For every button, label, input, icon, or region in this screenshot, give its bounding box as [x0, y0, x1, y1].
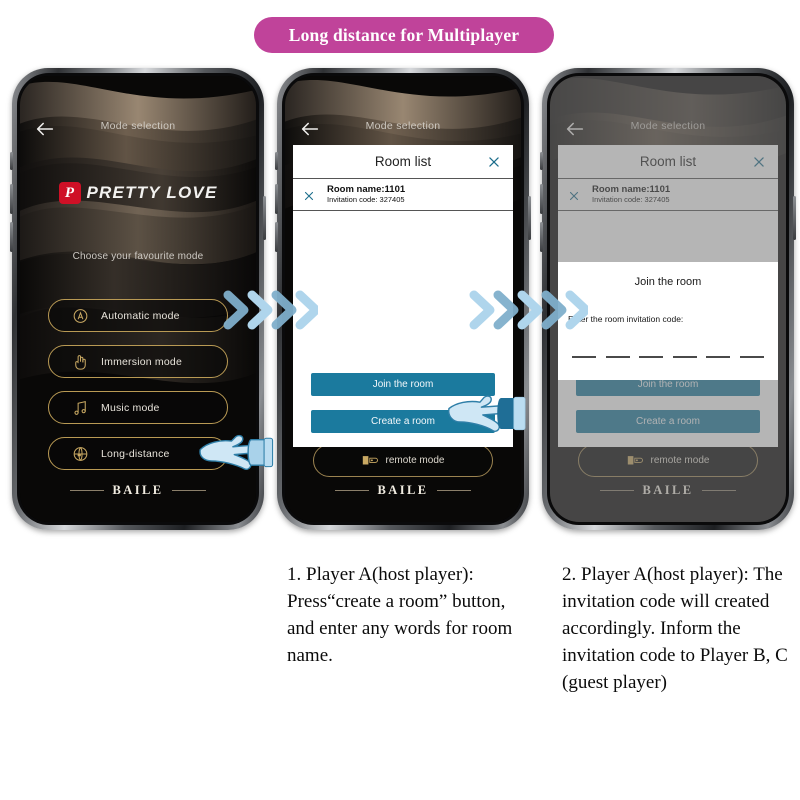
phone-power-button	[528, 196, 531, 240]
close-x-icon[interactable]	[303, 189, 315, 201]
phone-side-button	[275, 152, 278, 170]
footer-rule-right	[172, 490, 207, 491]
mode-label: Music mode	[101, 401, 160, 414]
brand-lockup: P PRETTY LOVE	[20, 182, 256, 204]
room-list-title: Room list	[374, 154, 432, 169]
caption-step-1: 1. Player A(host player): Press“create a…	[287, 564, 513, 666]
code-slot[interactable]	[739, 356, 764, 358]
footer-brand-word: BAILE	[112, 483, 164, 497]
phone-power-button	[793, 196, 796, 240]
remote-mode-label: remote mode	[385, 455, 445, 466]
mode-button-music[interactable]: Music mode	[48, 391, 228, 424]
invitation-code-input[interactable]	[572, 356, 764, 358]
phone-volume-down-button	[10, 222, 13, 252]
remote-mode-button[interactable]: remote mode	[313, 444, 493, 477]
room-item-texts: Room name:1101 Invitation code: 327405	[327, 183, 406, 205]
code-slot[interactable]	[639, 356, 664, 358]
globe-lock-icon	[71, 444, 90, 463]
flow-arrow-group-1	[222, 287, 318, 333]
chevron-right-icon	[469, 290, 588, 330]
pointing-hand-icon	[446, 386, 528, 441]
phone-side-button	[10, 152, 13, 170]
choose-mode-prompt: Choose your favourite mode	[72, 251, 204, 262]
mode-label: Long-distance	[101, 447, 170, 460]
phone-volume-up-button	[540, 184, 543, 214]
code-slot[interactable]	[605, 356, 630, 358]
code-slot[interactable]	[706, 356, 731, 358]
app-navbar: Mode selection	[285, 120, 521, 142]
page-title: Long distance for Multiplayer	[288, 24, 520, 45]
phone-volume-up-button	[10, 184, 13, 214]
phone-volume-down-button	[540, 222, 543, 252]
close-x-icon[interactable]	[487, 155, 501, 169]
brand-logo-mark: P	[58, 182, 81, 204]
mode-button-automatic[interactable]: Automatic mode	[48, 299, 228, 332]
automatic-mode-icon	[71, 306, 90, 325]
mode-button-immersion[interactable]: Immersion mode	[48, 345, 228, 378]
brand-name: PRETTY LOVE	[86, 183, 218, 202]
phone-volume-down-button	[275, 222, 278, 252]
footer-brand-word: BAILE	[377, 483, 429, 497]
join-room-title: Join the room	[634, 276, 702, 288]
infographic-page: Long distance for Multiplayer Mode selec…	[0, 0, 800, 800]
footer-brand: BAILE	[285, 483, 521, 498]
music-note-icon	[71, 398, 90, 417]
invitation-code-text: Invitation code: 327405	[327, 194, 405, 204]
phone-side-button	[540, 152, 543, 170]
code-slot[interactable]	[672, 356, 697, 358]
caption-step-2: 2. Player A(host player): The invitation…	[562, 564, 788, 693]
app-navbar-title: Mode selection	[100, 120, 176, 132]
phone-power-button	[263, 196, 266, 240]
code-slot[interactable]	[572, 356, 596, 358]
page-title-badge: Long distance for Multiplayer	[254, 17, 554, 53]
footer-rule-right	[437, 490, 472, 491]
hand-touch-icon	[71, 352, 90, 371]
mode-label: Immersion mode	[101, 355, 182, 368]
footer-rule-left	[69, 490, 104, 491]
join-room-prompt: Enter the room invitation code:	[568, 314, 684, 324]
chevron-right-icon	[223, 290, 318, 330]
footer-brand: BAILE	[20, 483, 256, 498]
join-room-dialog: Join the room Enter the room invitation …	[558, 262, 778, 380]
remote-control-icon	[362, 454, 379, 468]
app-navbar-title: Mode selection	[365, 120, 441, 132]
room-list-header: Room list	[293, 145, 513, 179]
phone-volume-up-button	[275, 184, 278, 214]
room-list-item[interactable]: Room name:1101 Invitation code: 327405	[293, 179, 513, 211]
mode-label: Automatic mode	[101, 309, 180, 322]
pointing-hand-icon	[196, 424, 274, 478]
flow-arrow-group-2	[468, 287, 588, 333]
app-navbar: Mode selection	[20, 120, 256, 142]
room-name-text: Room name:1101	[327, 183, 406, 195]
footer-rule-left	[334, 490, 369, 491]
